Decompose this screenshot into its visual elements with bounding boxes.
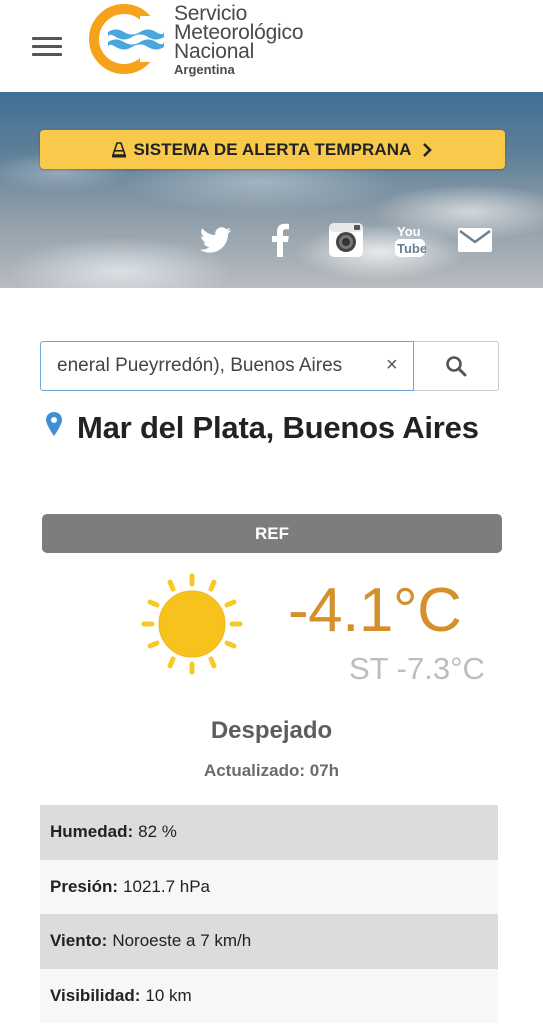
- facebook-icon[interactable]: [268, 220, 292, 260]
- detail-value: 82 %: [138, 822, 177, 842]
- sun-icon: [141, 573, 243, 675]
- station-ref-bar[interactable]: REF: [42, 514, 502, 553]
- detail-row-visibility: Visibilidad: 10 km: [40, 968, 498, 1023]
- detail-row-wind: Viento: Noroeste a 7 km/h: [40, 914, 498, 969]
- detail-row-pressure: Presión: 1021.7 hPa: [40, 859, 498, 914]
- logo-line-4: Argentina: [174, 62, 235, 77]
- location-pin-icon: [46, 412, 62, 436]
- location-name: Mar del Plata, Buenos Aires: [77, 410, 479, 445]
- instagram-icon[interactable]: [327, 220, 365, 260]
- smn-logo-mark-icon: [89, 4, 168, 74]
- mail-icon[interactable]: [456, 220, 494, 260]
- detail-row-humidity: Humedad: 82 %: [40, 805, 498, 860]
- sky-banner: SISTEMA DE ALERTA TEMPRANA You Tube: [0, 92, 543, 288]
- search-button[interactable]: [414, 341, 499, 391]
- logo-line-3: Nacional: [174, 40, 255, 63]
- detail-label: Viento:: [50, 931, 108, 951]
- location-search-input[interactable]: [41, 342, 371, 390]
- traffic-cone-icon: [112, 141, 127, 157]
- early-warning-label: SISTEMA DE ALERTA TEMPRANA: [133, 139, 412, 159]
- temperature-value: -4.1°C: [288, 576, 462, 645]
- detail-label: Humedad:: [50, 822, 134, 842]
- early-warning-button[interactable]: SISTEMA DE ALERTA TEMPRANA: [40, 130, 505, 169]
- feels-like-value: ST -7.3°C: [349, 651, 485, 686]
- svg-text:You: You: [397, 224, 421, 239]
- detail-value: Noroeste a 7 km/h: [112, 931, 252, 951]
- location-search-box: ×: [40, 341, 414, 391]
- updated-time: Actualizado: 07h: [203, 761, 340, 780]
- detail-label: Visibilidad:: [50, 985, 141, 1005]
- twitter-icon[interactable]: [198, 220, 234, 260]
- detail-value: 10 km: [145, 985, 192, 1005]
- clear-search-icon[interactable]: ×: [386, 354, 398, 377]
- location-heading: Mar del Plata, Buenos Aires: [46, 408, 479, 448]
- search-icon: [446, 356, 467, 377]
- top-bar: Servicio Meteorológico Nacional Argentin…: [0, 0, 543, 92]
- weather-condition: Despejado: [210, 717, 333, 744]
- weather-details-table: Humedad: 82 % Presión: 1021.7 hPa Viento…: [40, 805, 498, 1023]
- detail-label: Presión:: [50, 876, 119, 896]
- smn-logo[interactable]: Servicio Meteorológico Nacional Argentin…: [88, 3, 328, 77]
- youtube-icon[interactable]: You Tube: [393, 220, 427, 260]
- logo-text: Servicio Meteorológico Nacional Argentin…: [174, 3, 304, 78]
- hamburger-menu-icon[interactable]: [32, 35, 64, 57]
- chevron-right-icon: [422, 142, 432, 157]
- svg-text:Tube: Tube: [397, 241, 426, 256]
- detail-value: 1021.7 hPa: [123, 876, 210, 896]
